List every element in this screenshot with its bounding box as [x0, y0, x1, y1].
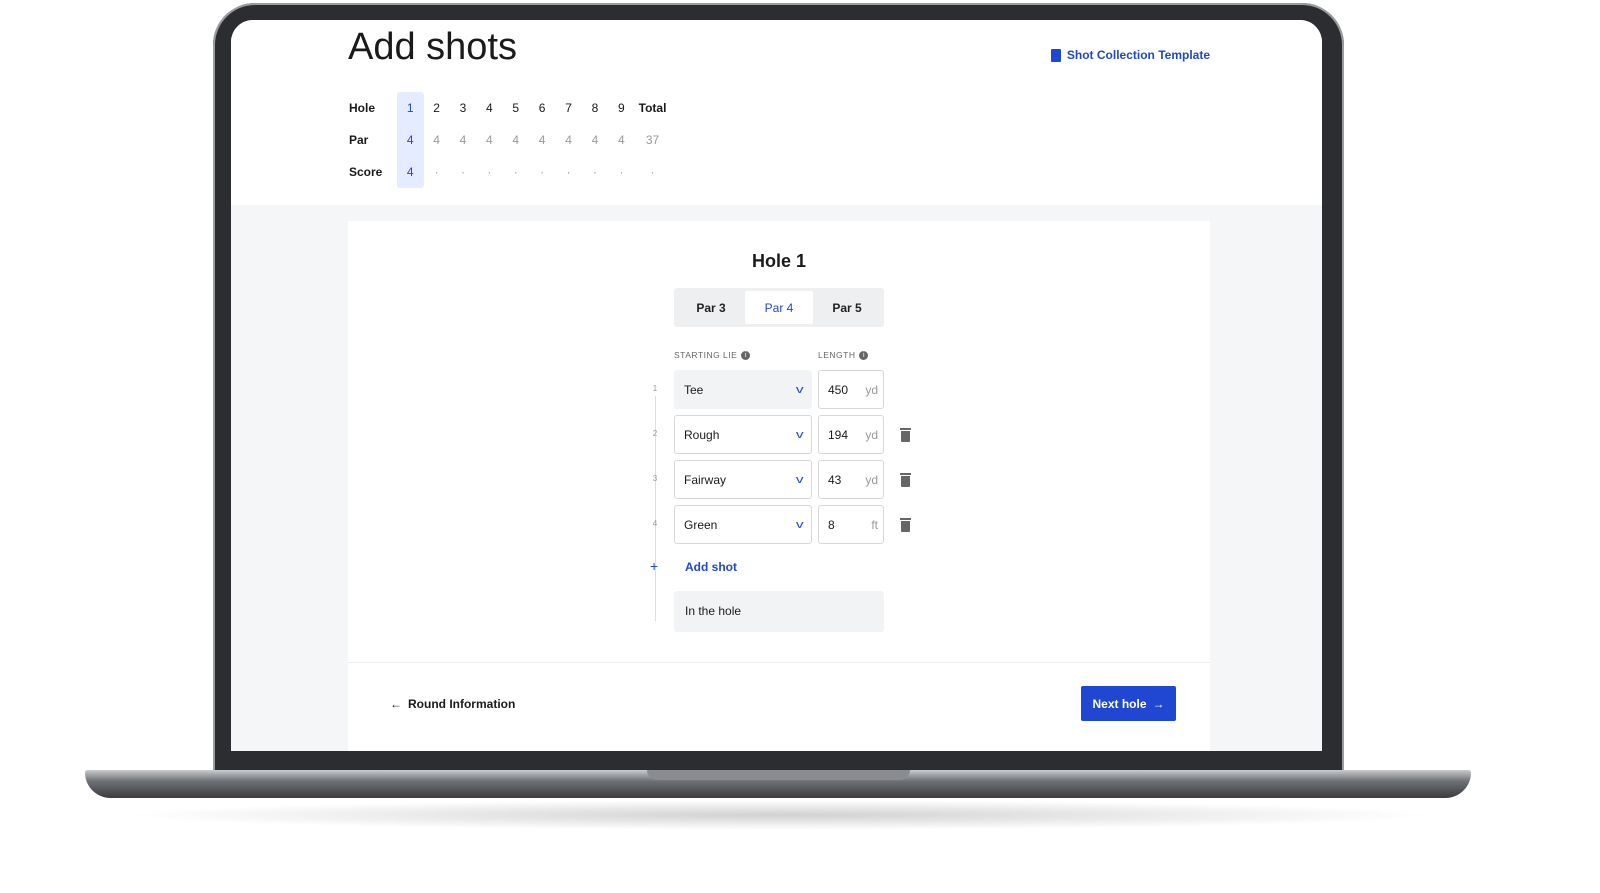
chevron-down-icon: v [795, 383, 804, 396]
length-header: LENGTH i [818, 350, 869, 360]
score-cell: · [434, 165, 439, 179]
length-input[interactable]: 43 yd [818, 460, 884, 499]
lie-select[interactable]: Rough v [674, 415, 812, 454]
length-input[interactable]: 8 ft [818, 505, 884, 544]
score-label: Score [349, 165, 383, 179]
par-cell: 4 [591, 133, 599, 147]
par-cell: 4 [565, 133, 572, 147]
trash-icon[interactable] [900, 428, 911, 442]
length-unit: yd [865, 427, 878, 442]
shot-number: 4 [652, 519, 658, 528]
par-cell: 4 [459, 133, 467, 147]
lie-select[interactable]: Tee v [674, 370, 812, 409]
hole-cell[interactable]: 2 [423, 101, 449, 115]
par-cell: 4 [486, 133, 493, 147]
chevron-down-icon: v [795, 473, 804, 486]
starting-lie-label: STARTING LIE [674, 350, 738, 360]
par-label: Par [349, 133, 369, 147]
total-label: Total [638, 101, 667, 115]
score-cell: · [487, 165, 492, 179]
chevron-down-icon: v [795, 518, 804, 531]
arrow-left-icon: ← [390, 697, 402, 711]
par-cell: 4 [406, 133, 414, 147]
lie-value: Tee [684, 382, 704, 397]
info-icon[interactable]: i [741, 350, 751, 360]
score-cell: · [540, 165, 545, 179]
hole-cell[interactable]: 7 [555, 101, 581, 115]
par-selector: Par 3 Par 4 Par 5 [674, 288, 884, 327]
shot-number: 3 [652, 474, 658, 483]
hole-card: Hole 1 Par 3 Par 4 Par 5 STARTING LIE i L… [348, 221, 1210, 751]
hole-cell[interactable]: 3 [450, 101, 476, 115]
score-cell: · [592, 165, 597, 179]
info-icon[interactable]: i [859, 350, 869, 360]
round-information-button[interactable]: ← Round Information [390, 697, 515, 711]
lie-select[interactable]: Fairway v [674, 460, 812, 499]
par-5-option[interactable]: Par 5 [813, 291, 881, 324]
score-cell: 4 [406, 165, 414, 179]
score-cell: · [460, 165, 465, 179]
length-input[interactable]: 450 yd [818, 370, 884, 409]
trash-icon[interactable] [900, 518, 911, 532]
par-cell: 4 [433, 133, 440, 147]
header: Add shots Shot Collection Template Hole … [231, 20, 1322, 205]
hole-cell[interactable]: 8 [582, 101, 608, 115]
document-icon [1050, 48, 1061, 62]
plus-icon[interactable]: + [650, 558, 658, 574]
laptop-shadow [120, 800, 1440, 830]
length-label: LENGTH [818, 350, 856, 360]
length-unit: ft [871, 517, 878, 532]
starting-lie-header: STARTING LIE i [674, 350, 751, 360]
lie-value: Rough [684, 427, 720, 442]
length-value: 8 [828, 517, 835, 532]
hole-label: Hole [349, 101, 376, 115]
hole-cell[interactable]: 6 [529, 101, 555, 115]
shot-number: 1 [652, 384, 658, 393]
hole-cell[interactable]: 4 [476, 101, 502, 115]
score-row: Score 4 · · · · · · · · · [349, 165, 671, 179]
par-3-option[interactable]: Par 3 [677, 291, 745, 324]
par-total: 37 [645, 133, 660, 147]
score-total: · [650, 165, 655, 179]
template-link-label: Shot Collection Template [1066, 48, 1210, 62]
length-input[interactable]: 194 yd [818, 415, 884, 454]
hole-title: Hole 1 [751, 251, 807, 271]
length-value: 43 [828, 472, 842, 487]
template-link[interactable]: Shot Collection Template [1050, 48, 1210, 62]
laptop-notch [647, 770, 910, 780]
length-value: 450 [828, 382, 849, 397]
score-cell: · [619, 165, 624, 179]
hole-cell[interactable]: 1 [397, 101, 423, 115]
lie-value: Fairway [684, 472, 727, 487]
hole-cell[interactable]: 5 [503, 101, 529, 115]
shot-number: 2 [652, 429, 658, 438]
next-hole-button[interactable]: Next hole → [1081, 686, 1176, 721]
page-title: Add shots [348, 26, 517, 68]
back-label: Round Information [408, 697, 516, 711]
par-cell: 4 [512, 133, 520, 147]
par-cell: 4 [538, 133, 546, 147]
par-4-option[interactable]: Par 4 [745, 291, 813, 324]
length-unit: yd [865, 382, 878, 397]
length-value: 194 [828, 427, 849, 442]
next-label: Next hole [1092, 696, 1147, 711]
divider [348, 662, 1210, 663]
score-cell: · [566, 165, 571, 179]
hole-cell[interactable]: 9 [608, 101, 634, 115]
lie-select[interactable]: Green v [674, 505, 812, 544]
chevron-down-icon: v [795, 428, 804, 441]
lie-value: Green [684, 517, 718, 532]
par-cell: 4 [617, 133, 625, 147]
screen: Add shots Shot Collection Template Hole … [231, 20, 1322, 751]
par-row: Par 4 4 4 4 4 4 4 4 4 37 [349, 133, 671, 147]
arrow-right-icon: → [1152, 696, 1165, 711]
score-cell: · [513, 165, 518, 179]
length-unit: yd [865, 472, 878, 487]
add-shot-button[interactable]: Add shot [685, 560, 737, 574]
trash-icon[interactable] [900, 473, 911, 487]
in-the-hole: In the hole [674, 591, 884, 632]
hole-row: Hole 1 2 3 4 5 6 7 8 9 Total [349, 101, 671, 115]
